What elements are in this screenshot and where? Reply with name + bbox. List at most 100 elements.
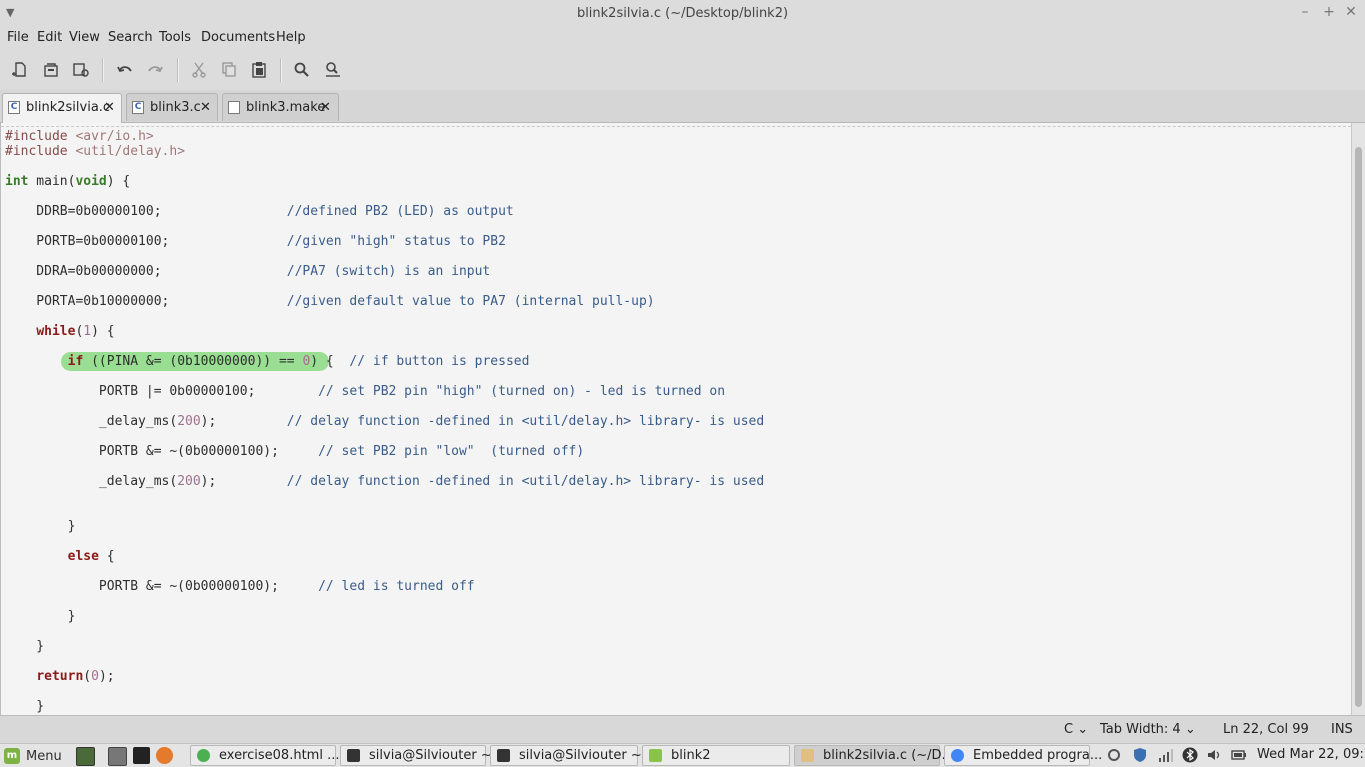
terminal-icon <box>347 749 360 762</box>
code-line[interactable]: } <box>5 639 44 654</box>
code-line[interactable]: PORTB &= ~(0b00000100); // led is turned… <box>5 579 475 594</box>
menu-edit[interactable]: Edit <box>37 30 62 45</box>
tab-blink3-c[interactable]: C blink3.c ✕ <box>126 93 218 121</box>
save-file-icon[interactable] <box>70 59 92 81</box>
code-editor[interactable]: #include <avr/io.h> #include <util/delay.… <box>0 123 1351 715</box>
menu-search[interactable]: Search <box>108 30 153 45</box>
menu-documents[interactable]: Documents <box>201 30 275 45</box>
code-line[interactable]: if ((PINA &= (0b10000000)) == 0) { // if… <box>5 354 530 369</box>
task-exercise08-html[interactable]: exercise08.html ... <box>190 745 340 766</box>
chevron-down-icon: ⌄ <box>1077 722 1089 737</box>
chevron-down-icon: ⌄ <box>1184 722 1196 737</box>
task-label: exercise08.html ... <box>219 748 340 763</box>
terminal-launcher-icon[interactable] <box>133 747 150 764</box>
code-line[interactable]: DDRA=0b00000000; //PA7 (switch) is an in… <box>5 264 490 279</box>
cut-icon[interactable] <box>188 59 210 81</box>
close-tab-icon[interactable]: ✕ <box>200 100 211 115</box>
find-replace-icon[interactable] <box>322 59 344 81</box>
task-terminal-1[interactable]: silvia@Silviouter ~... <box>340 745 504 766</box>
menu-help[interactable]: Help <box>276 30 306 45</box>
language-label: C <box>1064 722 1074 737</box>
toolbar-separator <box>102 58 104 82</box>
task-label: blink2silvia.c (~/D... <box>823 748 954 763</box>
editor-top-border <box>1 126 1351 127</box>
tab-label: blink3.c <box>150 100 201 115</box>
copy-icon[interactable] <box>218 59 240 81</box>
firefox-launcher-icon[interactable] <box>156 747 173 764</box>
close-tab-icon[interactable]: ✕ <box>104 100 115 115</box>
code-line[interactable]: #include <avr/io.h> <box>5 129 154 144</box>
chrome-icon <box>951 749 964 762</box>
c-file-icon: C <box>8 101 20 114</box>
code-line[interactable]: #include <util/delay.h> <box>5 144 185 159</box>
menu-bar: File Edit View Search Tools Documents He… <box>0 28 1365 50</box>
tab-blink2silvia-c[interactable]: C blink2silvia.c ✕ <box>2 93 122 123</box>
close-tab-icon[interactable]: ✕ <box>320 100 331 115</box>
tab-width-selector[interactable]: Tab Width: 4 ⌄ <box>1100 722 1196 737</box>
folder-icon <box>649 749 662 762</box>
code-line[interactable]: PORTB &= ~(0b00000100); // set PB2 pin "… <box>5 444 584 459</box>
undo-icon[interactable] <box>114 59 136 81</box>
code-line[interactable]: } <box>5 699 44 714</box>
tab-label: blink3.make <box>246 100 326 115</box>
task-blink2-folder[interactable]: blink2 <box>642 745 790 766</box>
code-line[interactable]: else { <box>5 549 115 564</box>
code-line[interactable]: _delay_ms(200); // delay function -defin… <box>5 474 764 489</box>
scrollbar-thumb[interactable] <box>1355 147 1362 707</box>
c-file-icon: C <box>132 101 144 114</box>
taskbar: m Menu exercise08.html ... silvia@Silvio… <box>0 743 1365 767</box>
volume-icon[interactable] <box>1206 747 1222 763</box>
insert-mode: INS <box>1331 722 1353 737</box>
file-manager-launcher-icon[interactable] <box>108 747 127 766</box>
task-blink2silvia-editor[interactable]: blink2silvia.c (~/D... <box>794 745 954 766</box>
menu-view[interactable]: View <box>69 30 100 45</box>
bluetooth-icon[interactable] <box>1182 747 1198 763</box>
task-embedded-programming[interactable]: Embedded progra... <box>944 745 1102 766</box>
paste-icon[interactable] <box>248 59 270 81</box>
vertical-scrollbar[interactable] <box>1351 123 1365 715</box>
text-file-icon <box>228 101 240 114</box>
code-line[interactable]: while(1) { <box>5 324 114 339</box>
terminal-icon <box>497 749 510 762</box>
menu-file[interactable]: File <box>7 30 29 45</box>
minimize-button[interactable]: – <box>1296 4 1314 20</box>
code-line[interactable]: _delay_ms(200); // delay function -defin… <box>5 414 764 429</box>
network-signal-icon[interactable] <box>1158 747 1174 763</box>
document-tab-bar: C blink2silvia.c ✕ C blink3.c ✕ blink3.m… <box>0 90 1365 123</box>
update-manager-icon[interactable] <box>1106 747 1122 763</box>
code-line[interactable]: PORTB=0b00000100; //given "high" status … <box>5 234 506 249</box>
code-line[interactable]: return(0); <box>5 669 114 684</box>
open-file-icon[interactable] <box>40 59 62 81</box>
task-label: silvia@Silviouter ~... <box>369 748 505 763</box>
task-label: blink2 <box>671 748 711 763</box>
code-line[interactable]: DDRB=0b00000100; //defined PB2 (LED) as … <box>5 204 513 219</box>
code-line[interactable]: } <box>5 609 76 624</box>
language-selector[interactable]: C ⌄ <box>1064 722 1088 737</box>
battery-icon[interactable] <box>1231 747 1247 763</box>
find-icon[interactable] <box>291 59 313 81</box>
text-editor-icon <box>801 749 814 762</box>
shield-icon[interactable] <box>1132 747 1148 763</box>
new-document-icon[interactable] <box>9 59 31 81</box>
start-menu-label: Menu <box>26 748 62 764</box>
code-line[interactable]: PORTA=0b10000000; //given default value … <box>5 294 654 309</box>
close-window-button[interactable]: ✕ <box>1342 4 1360 20</box>
title-bar: ▼ blink2silvia.c (~/Desktop/blink2) – + … <box>0 0 1365 28</box>
menu-tools[interactable]: Tools <box>159 30 191 45</box>
task-label: silvia@Silviouter ~... <box>519 748 655 763</box>
toolbar <box>0 50 1365 90</box>
clock[interactable]: Wed Mar 22, 09:25 <box>1257 747 1365 762</box>
cursor-position: Ln 22, Col 99 <box>1223 722 1309 737</box>
start-menu-button[interactable]: m Menu <box>4 746 62 766</box>
status-bar: C ⌄ Tab Width: 4 ⌄ Ln 22, Col 99 INS <box>0 715 1365 743</box>
code-line[interactable]: } <box>5 519 76 534</box>
tab-blink3-make[interactable]: blink3.make ✕ <box>222 93 339 121</box>
window-title: blink2silvia.c (~/Desktop/blink2) <box>576 6 789 21</box>
code-line[interactable]: int main(void) { <box>5 174 130 189</box>
show-desktop-icon[interactable] <box>76 747 95 766</box>
maximize-button[interactable]: + <box>1320 4 1338 20</box>
redo-icon[interactable] <box>144 59 166 81</box>
linux-mint-icon: m <box>4 748 20 764</box>
task-terminal-2[interactable]: silvia@Silviouter ~... <box>490 745 654 766</box>
code-line[interactable]: PORTB |= 0b00000100; // set PB2 pin "hig… <box>5 384 725 399</box>
